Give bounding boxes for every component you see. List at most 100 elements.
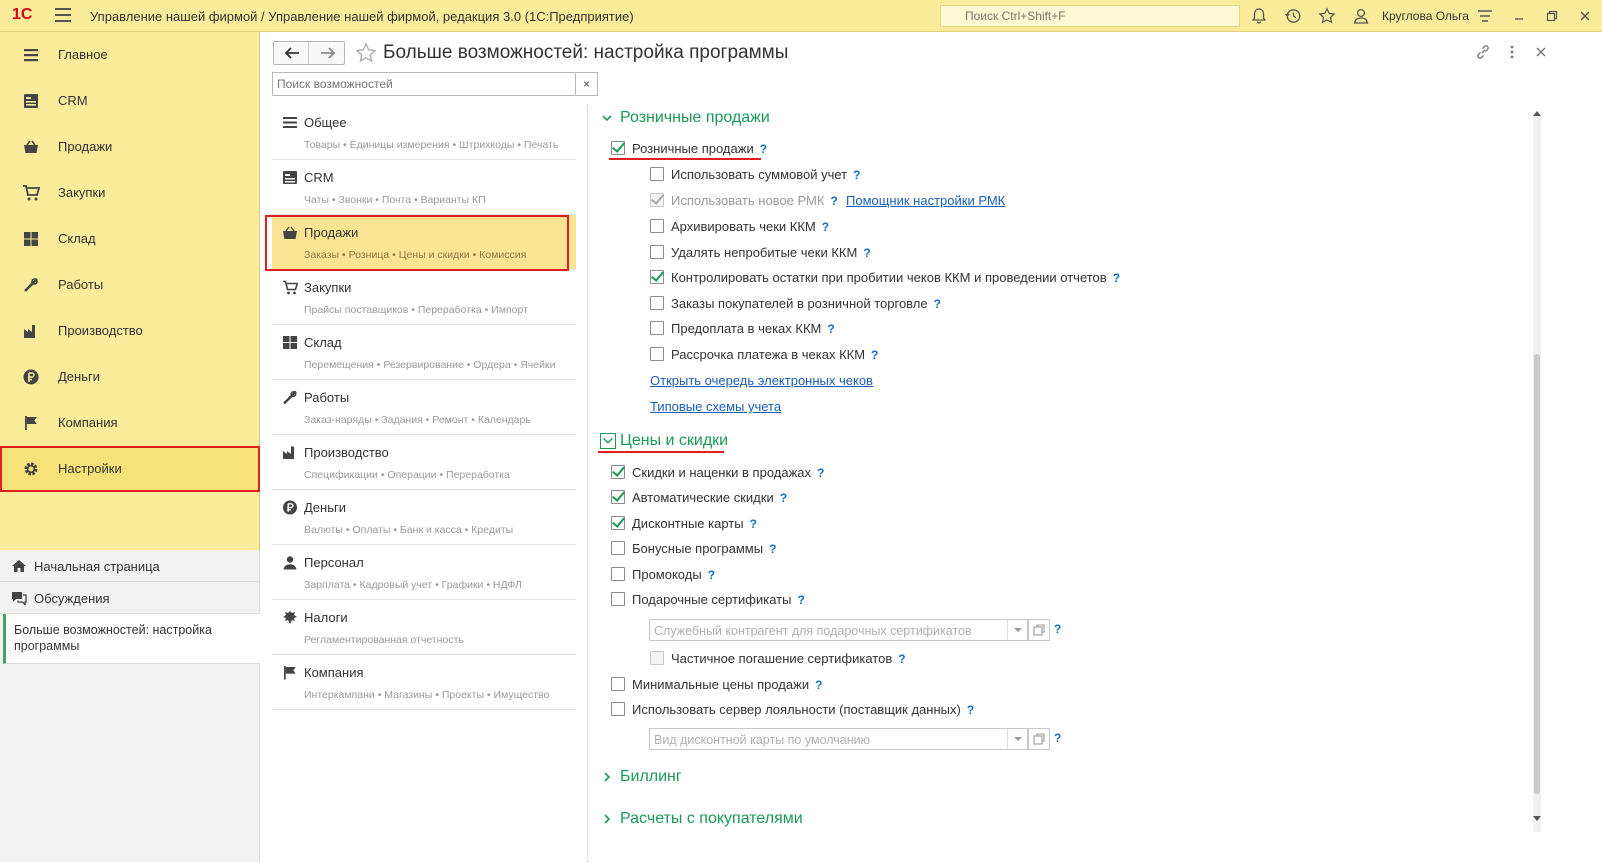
bonus-programs-checkbox[interactable] [611, 541, 625, 555]
user-icon[interactable] [1352, 7, 1370, 25]
section-works[interactable]: Работы Заказ-наряды • Задания • Ремонт •… [272, 380, 576, 435]
section-sales[interactable]: Продажи Заказы • Розница • Цены и скидки… [272, 215, 576, 270]
sum-accounting-checkbox[interactable] [650, 167, 664, 181]
sidebar-item-company[interactable]: Компания [0, 400, 260, 446]
discussions-link[interactable]: Обсуждения [0, 582, 260, 614]
more-icon[interactable] [1504, 44, 1520, 60]
delete-unpunched-checkbox[interactable] [650, 245, 664, 259]
forward-button[interactable] [310, 42, 345, 64]
sidebar-item-main[interactable]: Главное [0, 32, 260, 78]
help-icon[interactable]: ? [898, 652, 905, 666]
sidebar-item-works[interactable]: Работы [0, 262, 260, 308]
group-prices-header[interactable]: Цены и скидки [600, 432, 728, 450]
section-purchases[interactable]: Закупки Прайсы поставщиков • Переработка… [272, 270, 576, 325]
open-counterparty-button[interactable] [1028, 619, 1050, 641]
section-taxes[interactable]: Налоги Регламентированная отчетность [272, 600, 576, 655]
bell-icon[interactable] [1250, 7, 1268, 25]
user-name[interactable]: Круглова Ольга [1382, 9, 1469, 23]
help-icon[interactable]: ? [853, 168, 860, 182]
sidebar-item-warehouse[interactable]: Склад [0, 216, 260, 262]
help-icon[interactable]: ? [830, 194, 837, 208]
back-button[interactable] [274, 42, 309, 64]
history-icon[interactable] [1284, 7, 1302, 25]
section-crm[interactable]: CRM Чаты • Звонки • Почта • Варианты КП [272, 160, 576, 215]
main-menu-icon[interactable] [55, 8, 71, 22]
group-billing-header[interactable]: Биллинг [604, 768, 682, 786]
group-customers-header[interactable]: Расчеты с покупателями [604, 810, 803, 828]
sidebar-item-purchases[interactable]: Закупки [0, 170, 260, 216]
help-icon[interactable]: ? [934, 297, 941, 311]
help-icon[interactable]: ? [1113, 271, 1120, 285]
scroll-down-icon[interactable] [1533, 816, 1541, 822]
scrollbar-thumb[interactable] [1534, 354, 1540, 794]
gift-counterparty-field[interactable]: Служебный контрагент для подарочных серт… [649, 619, 1028, 641]
auto-discounts-checkbox[interactable] [611, 490, 625, 504]
gift-certificates-checkbox[interactable] [611, 592, 625, 606]
section-personnel[interactable]: Персонал Зарплата • Кадровый учет • Граф… [272, 545, 576, 600]
help-icon[interactable]: ? [815, 678, 822, 692]
receipt-queue-link[interactable]: Открыть очередь электронных чеков [650, 373, 873, 388]
section-subtitle: Перемещения • Резервирование • Ордера • … [304, 359, 556, 371]
sidebar-item-money[interactable]: Деньги [0, 354, 260, 400]
feature-search-input[interactable] [272, 72, 576, 96]
group-retail-header[interactable]: Розничные продажи [602, 109, 770, 127]
help-icon[interactable]: ? [708, 568, 715, 582]
sidebar-item-crm[interactable]: CRM [0, 78, 260, 124]
open-window-tab[interactable]: Больше возможностей: настройка программы [3, 614, 260, 664]
close-form-icon[interactable] [1533, 44, 1549, 60]
help-icon[interactable]: ? [817, 466, 824, 480]
close-icon[interactable] [1576, 7, 1594, 25]
help-icon[interactable]: ? [863, 246, 870, 260]
help-icon[interactable]: ? [822, 220, 829, 234]
help-icon[interactable]: ? [827, 322, 834, 336]
arrow-right-icon [321, 47, 336, 59]
sidebar-item-settings[interactable]: Настройки [0, 446, 260, 492]
section-company[interactable]: Компания Интеркампани • Магазины • Проек… [272, 655, 576, 710]
help-icon[interactable]: ? [871, 348, 878, 362]
minimize-icon[interactable] [1510, 7, 1528, 25]
help-icon[interactable]: ? [780, 491, 787, 505]
home-page-link[interactable]: Начальная страница [0, 550, 260, 582]
sidebar-item-production[interactable]: Производство [0, 308, 260, 354]
history-navigation [273, 41, 345, 65]
installments-checkbox[interactable] [650, 347, 664, 361]
help-icon[interactable]: ? [1054, 622, 1061, 636]
tools-icon [24, 278, 38, 292]
discount-cards-checkbox[interactable] [611, 516, 625, 530]
help-icon[interactable]: ? [760, 142, 767, 156]
rmk-setup-helper-link[interactable]: Помощник настройки РМК [846, 193, 1005, 208]
help-icon[interactable]: ? [1054, 731, 1061, 745]
card-type-field[interactable]: Вид дисконтной карты по умолчанию [649, 728, 1028, 750]
promo-codes-checkbox[interactable] [611, 567, 625, 581]
retail-sales-checkbox[interactable] [611, 141, 625, 155]
list-icon [24, 49, 38, 62]
section-production[interactable]: Производство Спецификации • Операции • П… [272, 435, 576, 490]
section-money[interactable]: Деньги Валюты • Оплаты • Банк и касса • … [272, 490, 576, 545]
accounting-schemes-link[interactable]: Типовые схемы учета [650, 399, 781, 414]
help-icon[interactable]: ? [750, 517, 757, 531]
retail-orders-checkbox[interactable] [650, 296, 664, 310]
loyalty-server-checkbox[interactable] [611, 702, 625, 716]
discounts-markups-checkbox[interactable] [611, 465, 625, 479]
section-title: Закупки [304, 280, 352, 295]
prepayment-checkbox[interactable] [650, 321, 664, 335]
clear-search-button[interactable]: × [576, 72, 598, 96]
favorite-star-icon[interactable] [355, 42, 377, 64]
archive-receipts-checkbox[interactable] [650, 219, 664, 233]
dropdown-arrow-icon[interactable] [1007, 620, 1027, 640]
section-warehouse[interactable]: Склад Перемещения • Резервирование • Орд… [272, 325, 576, 380]
open-card-type-button[interactable] [1028, 728, 1050, 750]
control-stock-checkbox[interactable] [650, 270, 664, 284]
dropdown-arrow-icon[interactable] [1007, 729, 1027, 749]
link-icon[interactable] [1475, 44, 1491, 60]
min-prices-checkbox[interactable] [611, 677, 625, 691]
star-icon[interactable] [1318, 7, 1336, 25]
help-icon[interactable]: ? [967, 703, 974, 717]
restore-icon[interactable] [1543, 7, 1561, 25]
help-icon[interactable]: ? [797, 593, 804, 607]
settings-menu-icon[interactable] [1476, 7, 1494, 25]
global-search-input[interactable] [940, 5, 1240, 27]
help-icon[interactable]: ? [769, 542, 776, 556]
section-general[interactable]: Общее Товары • Единицы измерения • Штрих… [272, 105, 576, 160]
sidebar-item-sales[interactable]: Продажи [0, 124, 260, 170]
